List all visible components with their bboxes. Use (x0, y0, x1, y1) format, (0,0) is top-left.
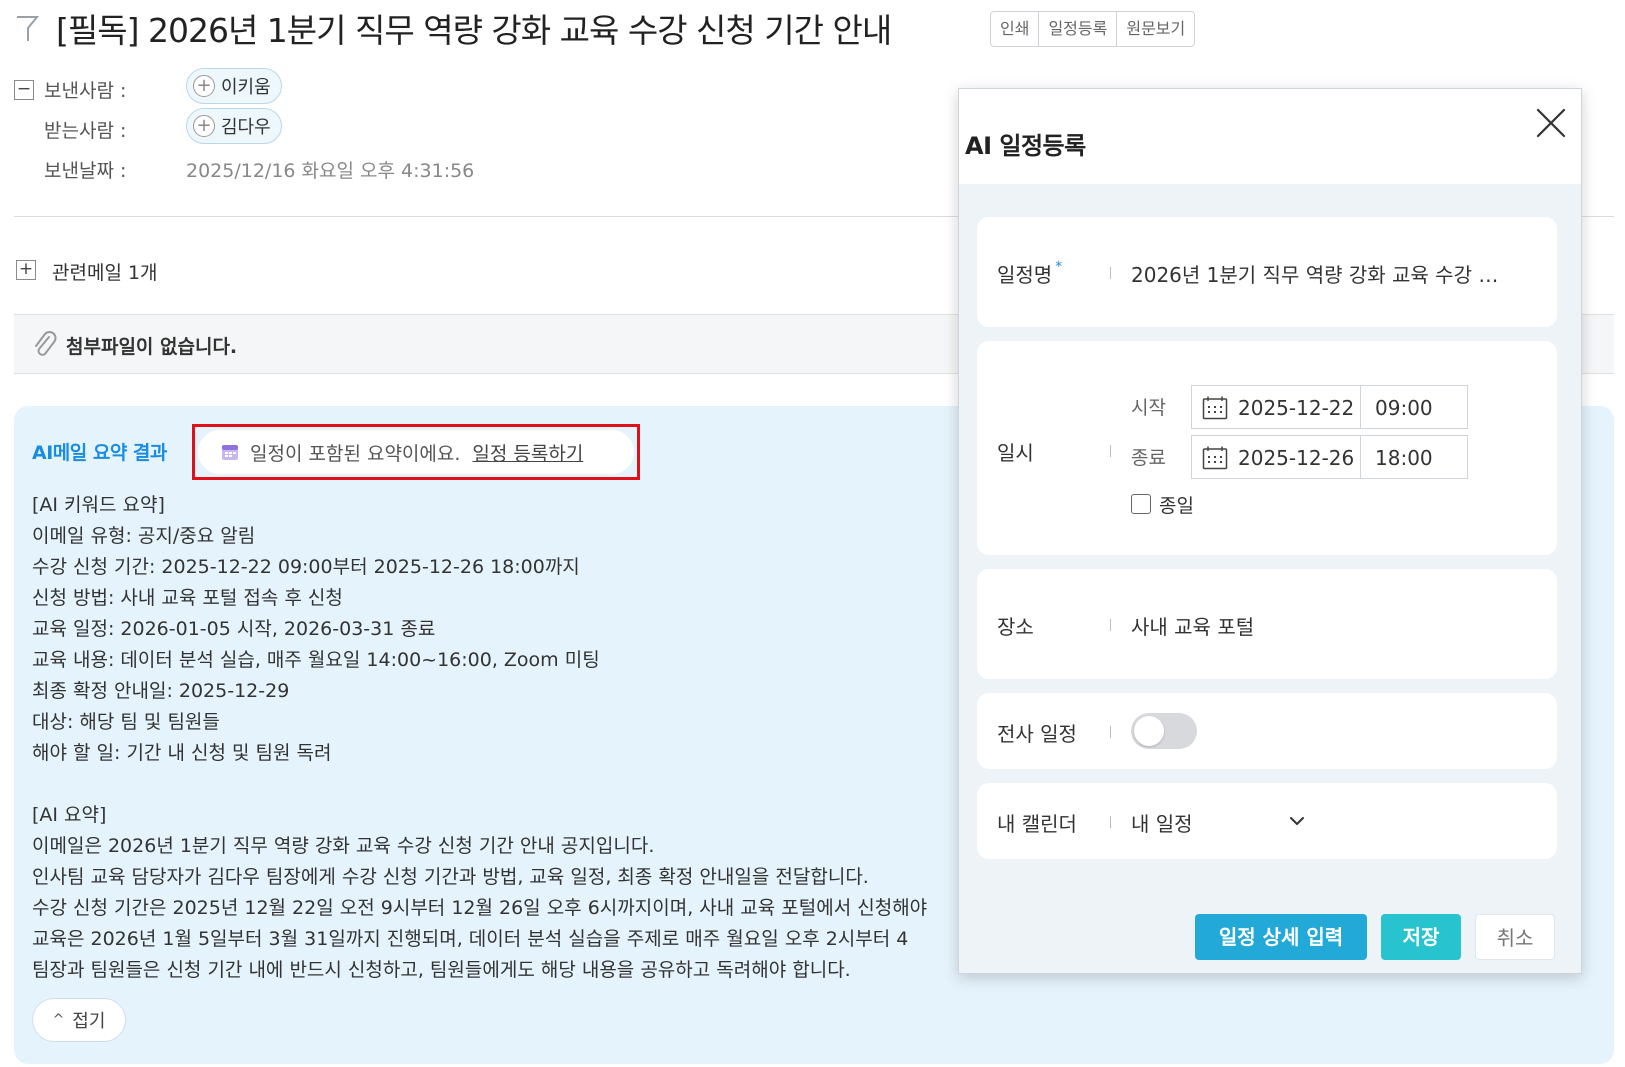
toggle-knob (1134, 716, 1164, 746)
modal-header: AI 일정등록 (959, 89, 1581, 184)
start-time-value: 09:00 (1375, 396, 1433, 420)
no-attachment-text: 첨부파일이 없습니다. (66, 336, 238, 358)
separator (1110, 816, 1111, 828)
keyword-line: 교육 내용: 데이터 분석 실습, 매주 월요일 14:00~16:00, Zo… (32, 649, 600, 671)
keyword-line: 이메일 유형: 공지/중요 알림 (32, 525, 256, 547)
chevron-down-icon[interactable] (1287, 811, 1307, 831)
add-contact-icon[interactable]: + (193, 75, 215, 97)
summary-heading: [AI 요약] (32, 804, 107, 826)
add-contact-icon[interactable]: + (193, 115, 215, 137)
end-date-field[interactable]: 2025-12-26 (1191, 435, 1361, 479)
ai-summary-text: [AI 키워드 요약] 이메일 유형: 공지/중요 알림 수강 신청 기간: 2… (32, 490, 932, 986)
print-button[interactable]: 인쇄 (991, 12, 1040, 46)
all-day-label[interactable]: 종일 (1159, 491, 1194, 518)
fold-label: 접기 (72, 1011, 106, 1032)
view-original-button[interactable]: 원문보기 (1117, 12, 1194, 46)
summary-line: 수강 신청 기간은 2025년 12월 22일 오전 9시부터 12월 26일 … (32, 897, 928, 919)
end-label: 종료 (1131, 447, 1166, 469)
close-icon[interactable] (1533, 105, 1569, 141)
calendar-select[interactable]: 내 일정 (1131, 808, 1193, 837)
keyword-line: 최종 확정 안내일: 2025-12-29 (32, 680, 290, 702)
related-mail-label[interactable]: 관련메일 1개 (52, 258, 158, 285)
ai-summary-title: AI메일 요약 결과 (32, 442, 167, 464)
detail-input-button[interactable]: 일정 상세 입력 (1195, 914, 1367, 960)
calendar-label: 내 캘린더 (997, 812, 1077, 836)
company-schedule-card: 전사 일정 (977, 693, 1557, 769)
sender-label: 보낸사람 : (44, 80, 127, 102)
keyword-line: 해야 할 일: 기간 내 신청 및 팀원 독려 (32, 742, 332, 764)
paperclip-icon (35, 331, 57, 356)
calendar-card: 내 캘린더 내 일정 (977, 783, 1557, 859)
recipient-name: 김다우 (221, 117, 271, 138)
place-card: 장소 사내 교육 포털 (977, 569, 1557, 679)
keyword-line: 대상: 해당 팀 및 팀원들 (32, 711, 220, 733)
required-mark: * (1055, 259, 1063, 275)
separator (1110, 445, 1111, 457)
flag-icon[interactable] (14, 14, 40, 44)
end-time-value: 18:00 (1375, 446, 1433, 470)
datetime-label: 일시 (997, 441, 1034, 465)
separator (1110, 619, 1111, 631)
start-label: 시작 (1131, 397, 1166, 419)
cancel-button[interactable]: 취소 (1475, 914, 1555, 960)
datetime-card: 일시 시작 2025-12-22 09:00 종료 2025-12-26 18:… (977, 341, 1557, 555)
start-time-field[interactable]: 09:00 (1360, 385, 1468, 429)
company-schedule-toggle[interactable] (1131, 713, 1197, 749)
chevron-up-icon: ^ (52, 1012, 65, 1028)
summary-line: 인사팀 교육 담당자가 김다우 팀장에게 수강 신청 기간과 방법, 교육 일정… (32, 866, 869, 888)
collapse-header-toggle[interactable]: − (14, 80, 34, 100)
schedule-name-label: 일정명 * (997, 259, 1063, 287)
company-schedule-label: 전사 일정 (997, 722, 1077, 746)
schedule-name-input[interactable]: 2026년 1분기 직무 역량 강화 교육 수강 … (1131, 259, 1498, 288)
summary-line: 팀장과 팀원들은 신청 기간 내에 반드시 신청하고, 팀원들에게도 해당 내용… (32, 959, 851, 981)
keyword-line: 신청 방법: 사내 교육 포털 접속 후 신청 (32, 587, 343, 609)
fold-button[interactable]: ^ 접기 (32, 998, 126, 1042)
keyword-heading: [AI 키워드 요약] (32, 494, 165, 516)
register-schedule-button[interactable]: 일정등록 (1039, 12, 1118, 46)
keyword-line: 수강 신청 기간: 2025-12-22 09:00부터 2025-12-26 … (32, 556, 580, 578)
keyword-line: 교육 일정: 2026-01-05 시작, 2026-03-31 종료 (32, 618, 436, 640)
modal-title: AI 일정등록 (965, 132, 1086, 160)
summary-line: 교육은 2026년 1월 5일부터 3월 31일까지 진행되며, 데이터 분석 … (32, 928, 909, 950)
end-date-value: 2025-12-26 (1238, 446, 1355, 470)
mail-title: [필독] 2026년 1분기 직무 역량 강화 교육 수강 신청 기간 안내 (56, 11, 892, 50)
sender-chip[interactable]: + 이키움 (186, 68, 282, 104)
highlight-box (192, 424, 640, 480)
end-time-field[interactable]: 18:00 (1360, 435, 1468, 479)
separator (1110, 267, 1111, 279)
schedule-name-card: 일정명 * 2026년 1분기 직무 역량 강화 교육 수강 … (977, 217, 1557, 327)
place-label: 장소 (997, 615, 1034, 639)
summary-line: 이메일은 2026년 1분기 직무 역량 강화 교육 수강 신청 기간 안내 공… (32, 835, 655, 857)
separator (1110, 726, 1111, 738)
place-input[interactable]: 사내 교육 포털 (1131, 611, 1254, 640)
date-label: 보낸날짜 : (44, 160, 127, 182)
recipient-chip[interactable]: + 김다우 (186, 108, 282, 144)
all-day-checkbox[interactable] (1131, 494, 1151, 514)
sender-name: 이키움 (221, 77, 271, 98)
calendar-icon (1202, 446, 1228, 470)
expand-related-toggle[interactable]: + (16, 260, 36, 280)
start-date-value: 2025-12-22 (1238, 396, 1355, 420)
recipient-label: 받는사람 : (44, 120, 127, 142)
title-actions: 인쇄 일정등록 원문보기 (990, 11, 1196, 47)
start-date-field[interactable]: 2025-12-22 (1191, 385, 1361, 429)
ai-schedule-modal: AI 일정등록 일정명 * 2026년 1분기 직무 역량 강화 교육 수강 … … (958, 88, 1582, 974)
save-button[interactable]: 저장 (1381, 914, 1461, 960)
sent-date: 2025/12/16 화요일 오후 4:31:56 (186, 160, 475, 182)
calendar-icon (1202, 396, 1228, 420)
